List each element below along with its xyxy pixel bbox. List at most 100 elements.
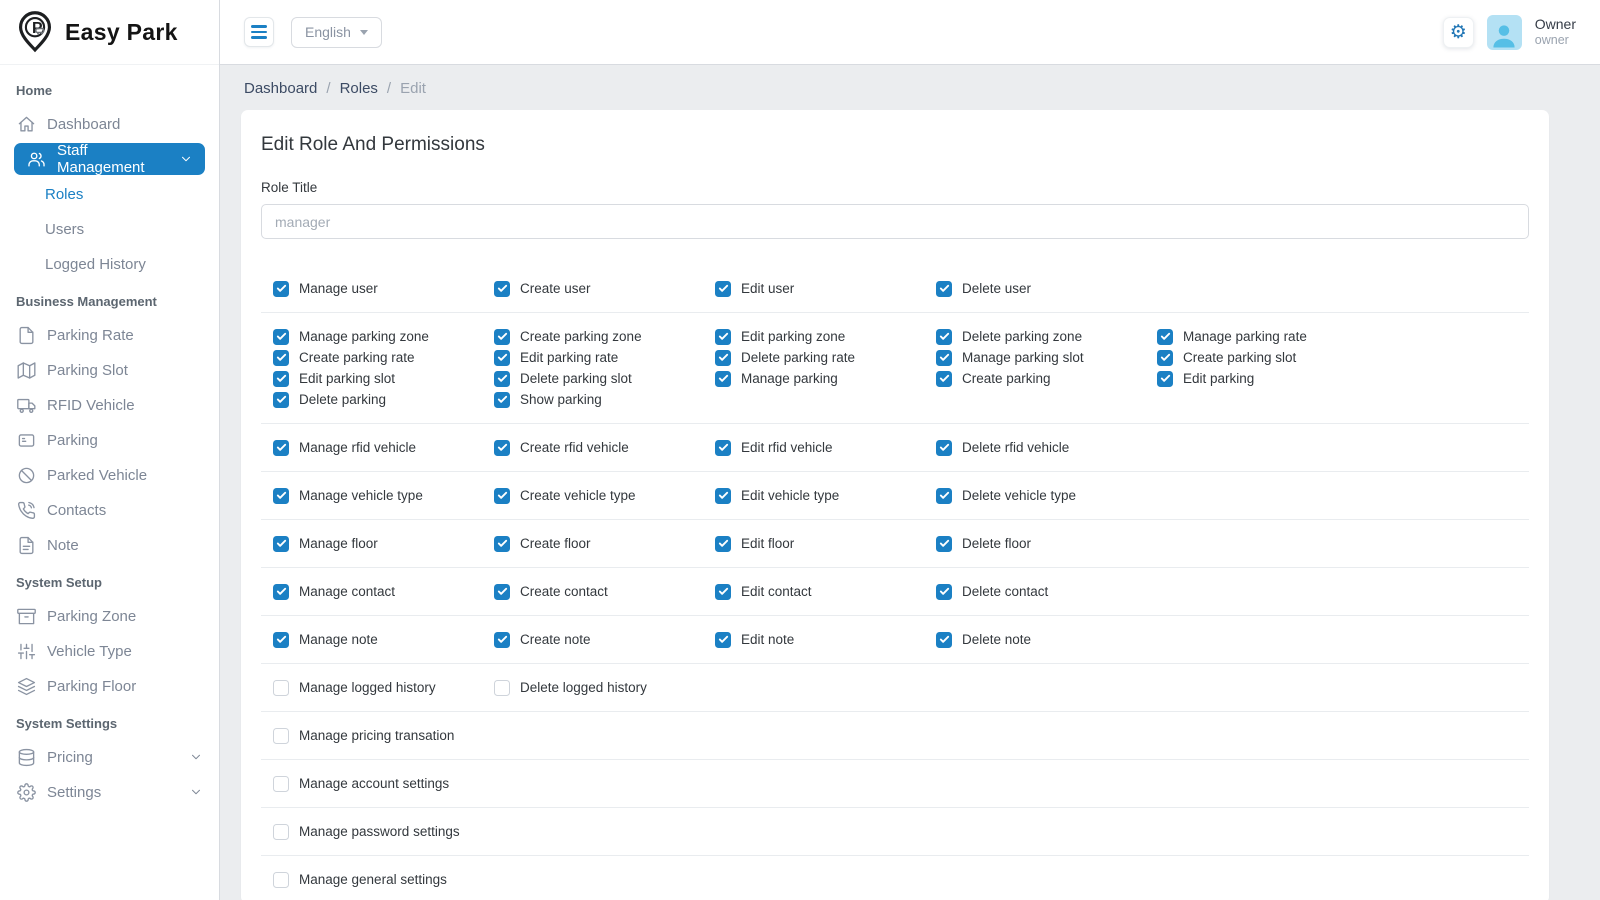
checkbox-checked-icon[interactable] (273, 329, 289, 345)
permission-edit-vehicle-type[interactable]: Edit vehicle type (703, 485, 924, 506)
checkbox-checked-icon[interactable] (494, 392, 510, 408)
role-title-input[interactable] (261, 204, 1529, 239)
permission-delete-logged-history[interactable]: Delete logged history (482, 677, 703, 698)
sidebar-toggle-button[interactable] (244, 17, 274, 47)
permission-delete-user[interactable]: Delete user (924, 278, 1145, 299)
sidebar-item-parked-vehicle[interactable]: Parked Vehicle (0, 458, 219, 492)
permission-manage-password-settings[interactable]: Manage password settings (261, 821, 482, 842)
checkbox-checked-icon[interactable] (715, 371, 731, 387)
brand[interactable]: P Easy Park (0, 0, 219, 65)
permission-edit-parking[interactable]: Edit parking (1145, 368, 1366, 389)
checkbox-checked-icon[interactable] (273, 488, 289, 504)
permission-manage-parking-slot[interactable]: Manage parking slot (924, 347, 1145, 368)
checkbox-unchecked-icon[interactable] (273, 872, 289, 888)
checkbox-checked-icon[interactable] (494, 440, 510, 456)
settings-button[interactable]: ⚙ (1443, 17, 1474, 48)
permission-create-contact[interactable]: Create contact (482, 581, 703, 602)
permission-create-parking[interactable]: Create parking (924, 368, 1145, 389)
checkbox-checked-icon[interactable] (936, 350, 952, 366)
language-selector[interactable]: English (291, 17, 382, 48)
checkbox-checked-icon[interactable] (715, 281, 731, 297)
checkbox-checked-icon[interactable] (715, 350, 731, 366)
checkbox-checked-icon[interactable] (936, 488, 952, 504)
permission-manage-note[interactable]: Manage note (261, 629, 482, 650)
permission-delete-vehicle-type[interactable]: Delete vehicle type (924, 485, 1145, 506)
user-meta[interactable]: Owner owner (1535, 16, 1576, 48)
checkbox-checked-icon[interactable] (494, 281, 510, 297)
permission-create-note[interactable]: Create note (482, 629, 703, 650)
sidebar-item-parking-rate[interactable]: Parking Rate (0, 318, 219, 352)
sidebar-item-rfid-vehicle[interactable]: RFID Vehicle (0, 388, 219, 422)
sidebar-item-vehicle-type[interactable]: Vehicle Type (0, 634, 219, 668)
checkbox-checked-icon[interactable] (494, 350, 510, 366)
checkbox-checked-icon[interactable] (273, 350, 289, 366)
permission-delete-contact[interactable]: Delete contact (924, 581, 1145, 602)
permission-manage-rfid-vehicle[interactable]: Manage rfid vehicle (261, 437, 482, 458)
checkbox-checked-icon[interactable] (715, 488, 731, 504)
sidebar-item-parking-slot[interactable]: Parking Slot (0, 353, 219, 387)
sidebar-item-dashboard[interactable]: Dashboard (0, 107, 219, 141)
checkbox-checked-icon[interactable] (494, 584, 510, 600)
permission-delete-parking-slot[interactable]: Delete parking slot (482, 368, 703, 389)
checkbox-checked-icon[interactable] (273, 584, 289, 600)
permission-create-floor[interactable]: Create floor (482, 533, 703, 554)
permission-manage-floor[interactable]: Manage floor (261, 533, 482, 554)
breadcrumb-dashboard[interactable]: Dashboard (244, 80, 317, 97)
sidebar-item-pricing[interactable]: Pricing (0, 740, 219, 774)
breadcrumb-roles[interactable]: Roles (340, 80, 378, 97)
checkbox-checked-icon[interactable] (273, 371, 289, 387)
permission-create-user[interactable]: Create user (482, 278, 703, 299)
checkbox-checked-icon[interactable] (936, 329, 952, 345)
checkbox-checked-icon[interactable] (936, 584, 952, 600)
permission-delete-note[interactable]: Delete note (924, 629, 1145, 650)
permission-manage-logged-history[interactable]: Manage logged history (261, 677, 482, 698)
checkbox-checked-icon[interactable] (936, 371, 952, 387)
checkbox-checked-icon[interactable] (273, 536, 289, 552)
permission-manage-parking-zone[interactable]: Manage parking zone (261, 326, 482, 347)
checkbox-checked-icon[interactable] (936, 281, 952, 297)
avatar[interactable] (1487, 15, 1522, 50)
permission-delete-parking[interactable]: Delete parking (261, 389, 482, 410)
permission-create-rfid-vehicle[interactable]: Create rfid vehicle (482, 437, 703, 458)
permission-edit-parking-slot[interactable]: Edit parking slot (261, 368, 482, 389)
sidebar-item-parking-zone[interactable]: Parking Zone (0, 599, 219, 633)
sidebar-item-roles[interactable]: Roles (0, 177, 219, 211)
sidebar-item-note[interactable]: Note (0, 528, 219, 562)
permission-delete-rfid-vehicle[interactable]: Delete rfid vehicle (924, 437, 1145, 458)
checkbox-checked-icon[interactable] (715, 632, 731, 648)
permission-delete-floor[interactable]: Delete floor (924, 533, 1145, 554)
checkbox-checked-icon[interactable] (715, 440, 731, 456)
permission-create-parking-slot[interactable]: Create parking slot (1145, 347, 1366, 368)
sidebar-item-parking-floor[interactable]: Parking Floor (0, 669, 219, 703)
permission-create-parking-rate[interactable]: Create parking rate (261, 347, 482, 368)
sidebar-item-contacts[interactable]: Contacts (0, 493, 219, 527)
permission-edit-parking-zone[interactable]: Edit parking zone (703, 326, 924, 347)
permission-edit-note[interactable]: Edit note (703, 629, 924, 650)
checkbox-checked-icon[interactable] (936, 440, 952, 456)
permission-edit-user[interactable]: Edit user (703, 278, 924, 299)
sidebar-item-staff-management[interactable]: Staff Management (14, 143, 205, 175)
permission-manage-pricing-transation[interactable]: Manage pricing transation (261, 725, 482, 746)
permission-manage-parking[interactable]: Manage parking (703, 368, 924, 389)
sidebar-item-logged-history[interactable]: Logged History (0, 247, 219, 281)
checkbox-checked-icon[interactable] (1157, 329, 1173, 345)
permission-create-vehicle-type[interactable]: Create vehicle type (482, 485, 703, 506)
permission-edit-contact[interactable]: Edit contact (703, 581, 924, 602)
permission-create-parking-zone[interactable]: Create parking zone (482, 326, 703, 347)
checkbox-unchecked-icon[interactable] (273, 680, 289, 696)
checkbox-checked-icon[interactable] (1157, 371, 1173, 387)
checkbox-unchecked-icon[interactable] (494, 680, 510, 696)
checkbox-checked-icon[interactable] (715, 536, 731, 552)
checkbox-checked-icon[interactable] (494, 371, 510, 387)
permission-delete-parking-zone[interactable]: Delete parking zone (924, 326, 1145, 347)
permission-manage-general-settings[interactable]: Manage general settings (261, 869, 482, 890)
permission-edit-rfid-vehicle[interactable]: Edit rfid vehicle (703, 437, 924, 458)
checkbox-checked-icon[interactable] (715, 329, 731, 345)
checkbox-checked-icon[interactable] (494, 329, 510, 345)
checkbox-checked-icon[interactable] (494, 632, 510, 648)
checkbox-checked-icon[interactable] (936, 632, 952, 648)
checkbox-checked-icon[interactable] (273, 392, 289, 408)
permission-manage-account-settings[interactable]: Manage account settings (261, 773, 482, 794)
checkbox-checked-icon[interactable] (936, 536, 952, 552)
checkbox-checked-icon[interactable] (273, 281, 289, 297)
